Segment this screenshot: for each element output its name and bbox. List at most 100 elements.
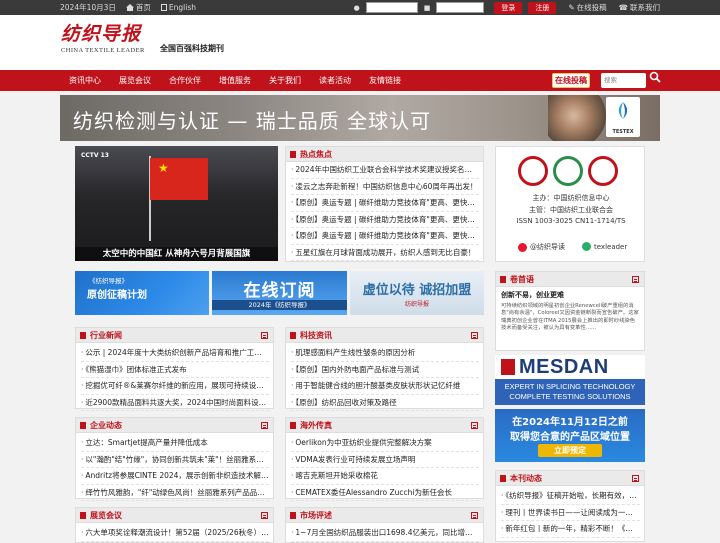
bookmark-icon [290,151,296,158]
list-item[interactable]: 凌云之志奔赴新程！中国纺织信息中心60周年再出发！ [291,179,479,195]
nav-item-about[interactable]: 关于我们 [260,75,310,86]
list-item[interactable]: 理刊丨世界读书日——让阅读成为一种习惯 [501,505,640,521]
list-item[interactable]: 立达：Smartjet提高产量并降低成本 [81,435,269,452]
weibo-icon [518,242,527,252]
list-item[interactable]: 绎竹竹风雅韵，"纤"动绿色风尚！丝丽雅系列产品品牌即将发布 [81,485,269,501]
search-input[interactable]: 搜索 [601,73,646,88]
list-item[interactable]: 用于智能健合线的胆汁酸基类皮肤状形状记忆纤维 [291,378,479,395]
testex-banner[interactable]: 纺织检测与认证 — 瑞士品质 全球认可 TESTEX [60,95,660,141]
book-now-button[interactable]: 立即预定 [538,444,602,457]
list-item[interactable]: 《熊猫湿巾》团体标准正式发布 [81,362,269,378]
nav-item-exhibition[interactable]: 展览会议 [110,75,160,86]
wechat-handle: texleader [594,242,628,251]
ad1-small-text: 《纺织导报》 [89,277,128,285]
more-icon[interactable] [471,332,478,339]
list-item[interactable]: 近2900款精品面料共逐大奖，2024中国时尚面料设计大赛开启 [81,395,269,411]
site-logo[interactable]: 纺织导报 CHINA TEXTILE LEADER [61,23,151,54]
lock-icon: ■ [423,3,431,12]
more-icon[interactable] [261,422,268,429]
post-icon: ✎ [568,3,575,12]
bookmark-icon [80,422,86,429]
nav-item-partners[interactable]: 合作伙伴 [160,75,210,86]
search-icon[interactable] [649,71,661,83]
list-item[interactable]: 公示 | 2024年度十大类纺织创新产品培育和推广工作拟获选名单 [81,345,269,362]
editorial-title: 卷首语 [510,275,534,284]
home-link[interactable]: 首页 [125,2,151,13]
list-item[interactable]: CEMATEX委任Alessandro Zucchi为新任会长 [291,485,479,501]
ad2-main-text: 在线订阅 [243,281,316,301]
featured-photo[interactable]: ★ CCTV 13 太空中的中国红 从神舟六号月背展国旗 [75,146,278,261]
list-item[interactable]: 《纺织导报》征稿开始啦，长期有效，期待您的投稿！ [501,488,640,505]
mesdan-mark-icon [501,359,515,375]
english-link[interactable]: English [160,3,196,12]
tech-news-title: 科技资讯 [300,331,332,340]
advertise-ad[interactable]: 虚位以待 诚招加盟 纺织导报 [350,271,484,315]
nav-item-links[interactable]: 友情链接 [360,75,410,86]
journal-news-panel: 本刊动态 《纺织导报》征稿开始啦，长期有效，期待您的投稿！ 理刊丨世界读书日——… [495,470,645,542]
nav-item-news[interactable]: 资讯中心 [60,75,110,86]
list-item[interactable]: 2024年中国纺织工业联合会科学技术奖建议授奖名单公示 [291,162,479,179]
list-item[interactable]: 肌理感面料产生线性皱条的原因分析 [291,345,479,362]
more-icon[interactable] [471,422,478,429]
subscribe-ad[interactable]: 在线订阅 2024年《纺织导报》 [212,271,347,315]
more-icon[interactable] [261,512,268,519]
current-date: 2024年10月3日 [60,3,116,12]
more-icon[interactable] [261,332,268,339]
hot-news-title: 热点焦点 [300,150,332,159]
list-item[interactable]: 【原创】奥运专题 | 碳纤维助力竞技体育"更高、更快、更强" [291,212,479,228]
tech-news-header: 科技资讯 [286,328,483,343]
wechat-link[interactable]: texleader [582,242,627,251]
bookmark-icon [290,332,296,339]
tech-news-panel: 科技资讯 肌理感面料产生线性皱条的原因分析 【原创】国内外防电面产品标准与测试 … [285,327,484,411]
photo-caption[interactable]: 太空中的中国红 从神舟六号月背展国旗 [75,247,278,261]
hot-news-panel: 热点焦点 2024年中国纺织工业联合会科学技术奖建议授奖名单公示 凌云之志奔赴新… [285,146,484,262]
list-item[interactable]: 挖掘优可纤®&莱赛尔纤维的新应用，展现可持续设计新风向 [81,378,269,395]
issn-text: ISSN 1003-3025 CN11-1714/TS [516,217,626,225]
slogan: 全国百强科技期刊 [160,44,224,53]
list-item[interactable]: 六大单项奖诠释潮流设计！第52届（2025/26秋冬）中国流行面料入围名单 [81,525,269,542]
list-item[interactable]: 以"瀚酌"结"竹缘"，协同创新共筑未"莱"！丝丽雅系列产品发布 [81,452,269,468]
overseas-news-panel: 海外传真 Oerlikon为中亚纺织业提供完整解决方案 VDMA发表行业可持续发… [285,417,484,501]
mesdan-ad[interactable]: MESDAN EXPERT IN SPLICING TECHNOLOGY COM… [495,355,645,405]
list-item[interactable]: 【原创】纺织品回收对策及路径 [291,395,479,411]
market-panel: 市场评述 1~7月全国纺织品服装出口1698.4亿美元，同比增长1.1% [285,507,484,543]
password-input[interactable] [436,2,485,13]
sponsor-logo-1 [518,156,548,186]
call-for-papers-ad[interactable]: 《纺织导报》 原创征稿计划 [75,271,209,315]
list-item[interactable]: Oerlikon为中亚纺织业提供完整解决方案 [291,435,479,452]
sponsor-logos [518,156,622,188]
booking-ad[interactable]: 在2024年11月12日之前 取得您合意的产品区域位置 立即预定 [495,409,645,462]
list-item[interactable]: 【原创】奥运专题 | 碳纤维助力竞技体育"更高、更快、更强" [291,195,479,212]
register-button[interactable]: 注册 [528,1,557,14]
editorial-headline[interactable]: 创新不易，创业更难 [501,290,639,300]
list-item[interactable]: VDMA发表行业可持续发展立场声明 [291,452,479,468]
submit-article-button[interactable]: 在线投稿 [552,73,590,88]
list-item[interactable]: Andritz将参展CINTE 2024，展示创新非织造技术解决方案 [81,468,269,485]
list-item[interactable]: 【原创】国内外防电面产品标准与测试 [291,362,479,378]
username-input[interactable] [365,2,418,13]
nav-item-services[interactable]: 增值服务 [210,75,260,86]
more-icon[interactable] [632,475,639,482]
online-post-link[interactable]: ✎ 在线投稿 [568,2,606,13]
cctv-logo: CCTV 13 [81,152,109,159]
market-title: 市场评述 [300,511,332,520]
list-item[interactable]: 喀吉克斯坦开始采收棉花 [291,468,479,485]
weibo-link[interactable]: @纺织导读 [518,242,565,252]
list-item[interactable]: 五星红旗在月球背面成功展开，纺织人感到无比自豪！ [291,245,479,261]
contact-link[interactable]: ☎ 联系我们 [619,2,660,13]
ad1-main-text: 原创征稿计划 [87,290,147,301]
exhibition-header: 展览会议 [76,508,273,523]
sponsor-logo-2 [553,156,583,186]
list-item[interactable]: 1~7月全国纺织品服装出口1698.4亿美元，同比增长1.1% [291,525,479,542]
list-item[interactable]: 【原创】奥运专题 | 碳纤维助力竞技体育"更高、更快、更强" [291,228,479,245]
more-icon[interactable] [471,512,478,519]
login-button[interactable]: 登录 [494,1,523,14]
more-icon[interactable] [632,276,639,283]
mesdan-brand: MESDAN [519,356,609,378]
banner-title: 纺织检测与认证 — 瑞士品质 全球认可 [73,109,432,133]
nav-item-events[interactable]: 读者活动 [310,75,360,86]
list-item[interactable]: 新年红包丨新的一年，精彩不断！《快来领取》 [501,521,640,538]
organizer-text: 主管：中国纺织工业联合会 [529,206,613,214]
testex-logo: TESTEX [606,97,640,137]
editorial-panel: 卷首语 创新不易，创业更难 可持续纺织领域的明星初创企业Renewcell破产重… [495,271,645,351]
